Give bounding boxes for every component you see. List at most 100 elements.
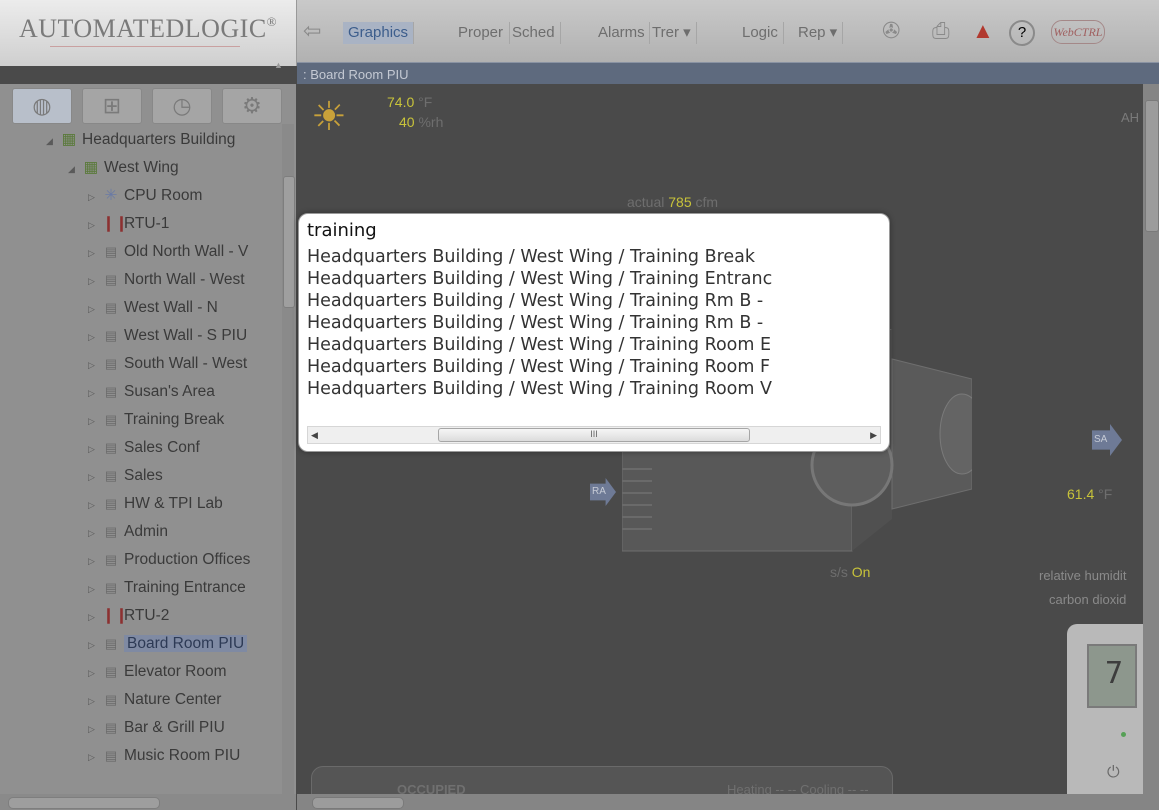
collapsed-icon[interactable]: ▷ [88,633,102,657]
tab-properties[interactable]: Proper [453,22,510,44]
search-result-item[interactable]: Headquarters Building / West Wing / Trai… [307,268,877,290]
tree-item[interactable]: ▷ ▤ Training Break [88,408,224,432]
webctrl-badge[interactable]: WebCTRL [1051,20,1105,44]
collapsed-icon[interactable]: ▷ [88,521,102,545]
tab-graphics[interactable]: Graphics [343,22,415,44]
occupancy-status: OCCUPIED [397,782,466,794]
schedule-icon[interactable]: ◷ [152,88,212,124]
thermometer-icon: ❙❙ [102,215,128,232]
tree-item[interactable]: ▷ ❙❙RTU-1 [88,212,169,236]
supply-air-arrow: SA [1092,424,1122,456]
tab-reports[interactable]: Rep ▾ [793,22,844,44]
tree-item-label: South Wall - West [124,355,248,372]
collapsed-icon[interactable]: ▷ [88,493,102,517]
tree-item[interactable]: ▷ ▤ HW & TPI Lab [88,492,223,516]
tree-item[interactable]: ▷ ▤ Elevator Room [88,660,227,684]
tree-hscroll-thumb[interactable] [8,797,160,809]
tab-schedules[interactable]: Sched [507,22,561,44]
collapsed-icon[interactable]: ▷ [88,689,102,713]
collapsed-icon[interactable]: ▷ [88,661,102,685]
tree-item-selected[interactable]: ▷ ▤ Board Room PIU [88,632,248,657]
tree-item[interactable]: ▷ ▤ South Wall - West [88,352,247,376]
graphic-vscroll-thumb[interactable] [1145,100,1159,232]
search-result-item[interactable]: Headquarters Building / West Wing / Trai… [307,378,877,400]
tree-item-headquarters[interactable]: ◢ ▦ Headquarters Building [46,128,235,152]
document-icon: ▤ [104,552,118,567]
tree-item[interactable]: ▷ ▤ West Wall - N [88,296,218,320]
tree-item-label: Music Room PIU [124,747,241,764]
tree-item-label: Admin [124,523,168,540]
tree-item[interactable]: ▷ ✳ CPU Room [88,184,202,208]
carbon-dioxide-label: carbon dioxid [1049,592,1127,607]
search-result-item[interactable]: Headquarters Building / West Wing / Trai… [307,356,877,378]
search-result-item[interactable]: Headquarters Building / West Wing / Trai… [307,290,877,312]
tree-item-label: Elevator Room [124,663,227,680]
tree-item[interactable]: ▷ ▤ Music Room PIU [88,744,240,768]
gear-icon[interactable]: ⚙ [222,88,282,124]
expanded-icon[interactable]: ◢ [68,157,82,181]
collapsed-icon[interactable]: ▷ [88,465,102,489]
collapsed-icon[interactable]: ▷ [88,745,102,769]
collapsed-icon[interactable]: ▷ [88,549,102,573]
search-result-item[interactable]: Headquarters Building / West Wing / Trai… [307,246,877,268]
collapsed-icon[interactable]: ▷ [88,717,102,741]
tree-item[interactable]: ▷ ▤ Sales [88,464,163,488]
collapsed-icon[interactable]: ▷ [88,605,102,629]
tree-item[interactable]: ▷ ▤ Production Offices [88,548,250,572]
search-result-item[interactable]: Headquarters Building / West Wing / Trai… [307,312,877,334]
search-results-list: Headquarters Building / West Wing / Trai… [307,246,877,424]
network-icon[interactable]: ⊞ [82,88,142,124]
collapsed-icon[interactable]: ▷ [88,409,102,433]
tree-item[interactable]: ▷ ▤ Bar & Grill PIU [88,716,225,740]
collapsed-icon[interactable]: ▷ [88,353,102,377]
tree-item[interactable]: ▷ ▤ North Wall - West [88,268,245,292]
document-icon: ▤ [104,356,118,371]
tree-item[interactable]: ▷ ▤ Training Entrance [88,576,246,600]
collapsed-icon[interactable]: ▷ [88,269,102,293]
globe-icon[interactable]: ◍ [12,88,72,124]
collapse-header-icon[interactable]: ▲ [274,60,283,70]
results-scroll-thumb[interactable]: III [438,428,750,442]
nav-tabs: ◍ ⊞ ◷ ⚙ [0,88,296,126]
tree-item[interactable]: ▷ ▤ Nature Center [88,688,221,712]
tree-item[interactable]: ▷ ▤ Sales Conf [88,436,200,460]
tab-trends[interactable]: Trer ▾ [647,22,697,44]
collapsed-icon[interactable]: ▷ [88,437,102,461]
search-result-item[interactable]: Headquarters Building / West Wing / Trai… [307,334,877,356]
tab-alarms[interactable]: Alarms [593,22,650,44]
search-input[interactable] [307,219,879,241]
collapsed-icon[interactable]: ▷ [88,381,102,405]
outdoor-humidity: 40 %rh [399,114,444,130]
document-icon: ▤ [104,720,118,735]
tree-item[interactable]: ▷ ❙❙RTU-2 [88,604,169,628]
tree-item[interactable]: ▷ ▤ West Wall - S PIU [88,324,247,348]
collapsed-icon[interactable]: ▷ [88,213,102,237]
tree-item[interactable]: ▷ ▤ Admin [88,520,168,544]
fan-icon[interactable]: ✇ [882,18,900,44]
scroll-left-icon[interactable]: ◀ [311,427,318,443]
relative-humidity-label: relative humidit [1039,568,1127,583]
collapsed-icon[interactable]: ▷ [88,185,102,209]
help-icon[interactable]: ? [1009,20,1035,46]
tab-logic[interactable]: Logic [737,22,784,44]
expanded-icon[interactable]: ◢ [46,129,60,153]
collapsed-icon[interactable]: ▷ [88,325,102,349]
collapsed-icon[interactable]: ▷ [88,241,102,265]
back-arrow-icon[interactable]: ⇦ [303,18,321,44]
alarm-icon[interactable]: ▲ [972,18,994,44]
geographic-tree: ◢ ▦ Headquarters Building ◢ ▦ West Wing ▷ ✳ CP… [0,124,290,794]
tree-item-west-wing[interactable]: ◢ ▦ West Wing [68,156,179,180]
scroll-right-icon[interactable]: ▶ [870,427,877,443]
tree-item[interactable]: ▷ ▤ Susan's Area [88,380,215,404]
tree-item-label: West Wing [104,159,179,176]
start-stop-status: s/s On [830,564,871,580]
collapsed-icon[interactable]: ▷ [88,577,102,601]
graphic-hscroll-thumb[interactable] [312,797,404,809]
print-icon[interactable]: ⎙ [932,18,950,44]
tree-scroll-thumb[interactable] [283,176,295,308]
results-horizontal-scrollbar[interactable]: ◀ III ▶ [307,426,881,444]
tree-item[interactable]: ▷ ▤ Old North Wall - V [88,240,248,264]
graphic-horizontal-scrollbar[interactable] [297,794,1159,810]
tree-item-label: Nature Center [124,691,222,708]
collapsed-icon[interactable]: ▷ [88,297,102,321]
